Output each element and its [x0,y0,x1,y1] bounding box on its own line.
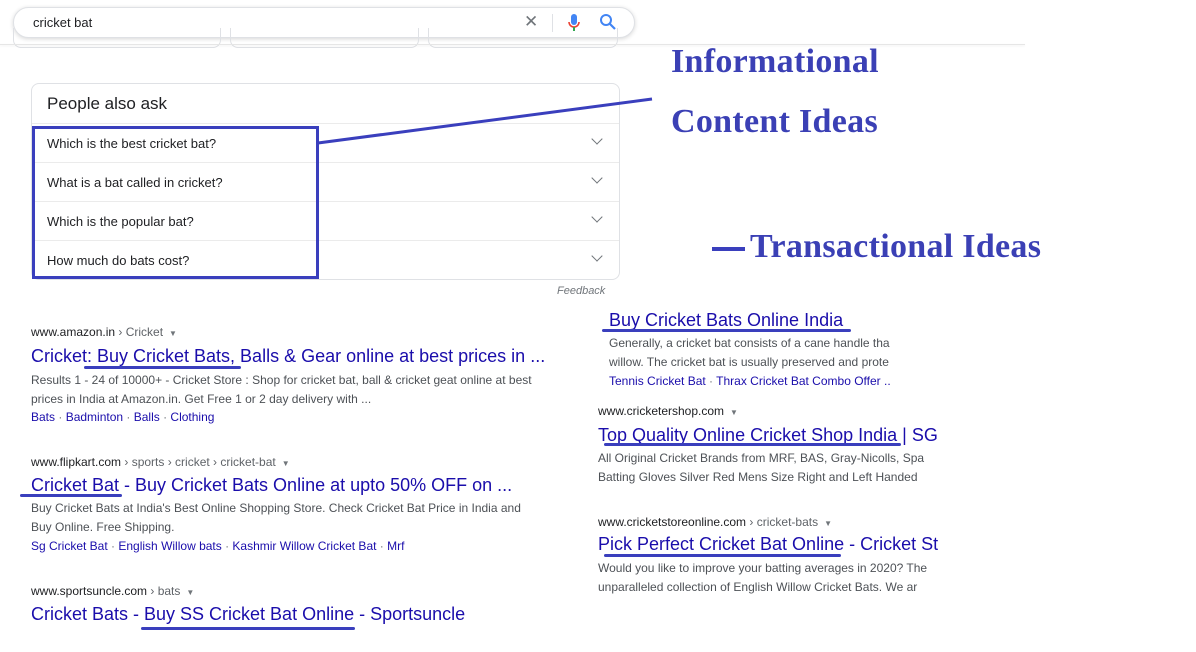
result-url: www.cricketershop.com ▼ [598,404,738,418]
result-title[interactable]: Cricket: Buy Cricket Bats, Balls & Gear … [31,346,545,367]
result-snippet: Generally, a cricket bat consists of a c… [609,336,890,369]
result-title[interactable]: Buy Cricket Bats Online India [609,310,909,331]
annotation-underline [604,443,901,446]
caret-down-icon: ▼ [824,519,832,528]
sitelink[interactable]: Kashmir Willow Cricket Bat [232,539,376,553]
annotation-dash [712,247,745,251]
result-url: www.sportsuncle.com › bats ▼ [31,584,195,598]
sitelink[interactable]: Sg Cricket Bat [31,539,108,553]
caret-down-icon: ▼ [186,588,195,597]
caret-down-icon: ▼ [169,329,177,338]
result-snippet: Would you like to improve your batting a… [598,561,928,594]
annotation-underline [20,494,122,497]
annotation-underline [84,366,241,369]
annotation-underline [141,627,355,630]
result-url: www.cricketstoreonline.com › cricket-bat… [598,515,832,529]
result-title[interactable]: Pick Perfect Cricket Bat Online - Cricke… [598,534,938,555]
sitelink[interactable]: Tennis Cricket Bat [609,374,706,388]
result-snippet: Results 1 - 24 of 10000+ - Cricket Store… [31,373,532,406]
annotation-underline [602,329,851,332]
sitelink[interactable]: Balls [134,410,160,424]
caret-down-icon: ▼ [730,408,738,417]
result-title[interactable]: Cricket Bat - Buy Cricket Bats Online at… [31,475,512,496]
result-url: www.amazon.in › Cricket ▼ [31,325,177,339]
sitelinks: Bats · Badminton · Balls · Clothing [31,410,215,424]
sitelinks: Tennis Cricket Bat · Thrax Cricket Bat C… [609,374,891,388]
sitelink[interactable]: Thrax Cricket Bat Combo Offer .. [716,374,891,388]
result-snippet: All Original Cricket Brands from MRF, BA… [598,451,925,484]
sitelinks: Sg Cricket Bat · English Willow bats · K… [31,539,405,553]
sitelink[interactable]: English Willow bats [118,539,221,553]
annotation-informational: Informational [671,43,879,80]
result-snippet: Buy Cricket Bats at India's Best Online … [31,501,521,534]
sitelink[interactable]: Clothing [170,410,214,424]
caret-down-icon: ▼ [281,459,290,468]
sitelink[interactable]: Badminton [66,410,123,424]
result-url: www.flipkart.com › sports › cricket › cr… [31,455,290,469]
sitelink[interactable]: Bats [31,410,55,424]
annotation-content-ideas: Content Ideas [671,103,878,140]
result-title[interactable]: Cricket Bats - Buy SS Cricket Bat Online… [31,604,465,625]
annotation-transactional: Transactional Ideas [750,228,1042,265]
annotation-underline [604,554,841,557]
sitelink[interactable]: Mrf [387,539,404,553]
